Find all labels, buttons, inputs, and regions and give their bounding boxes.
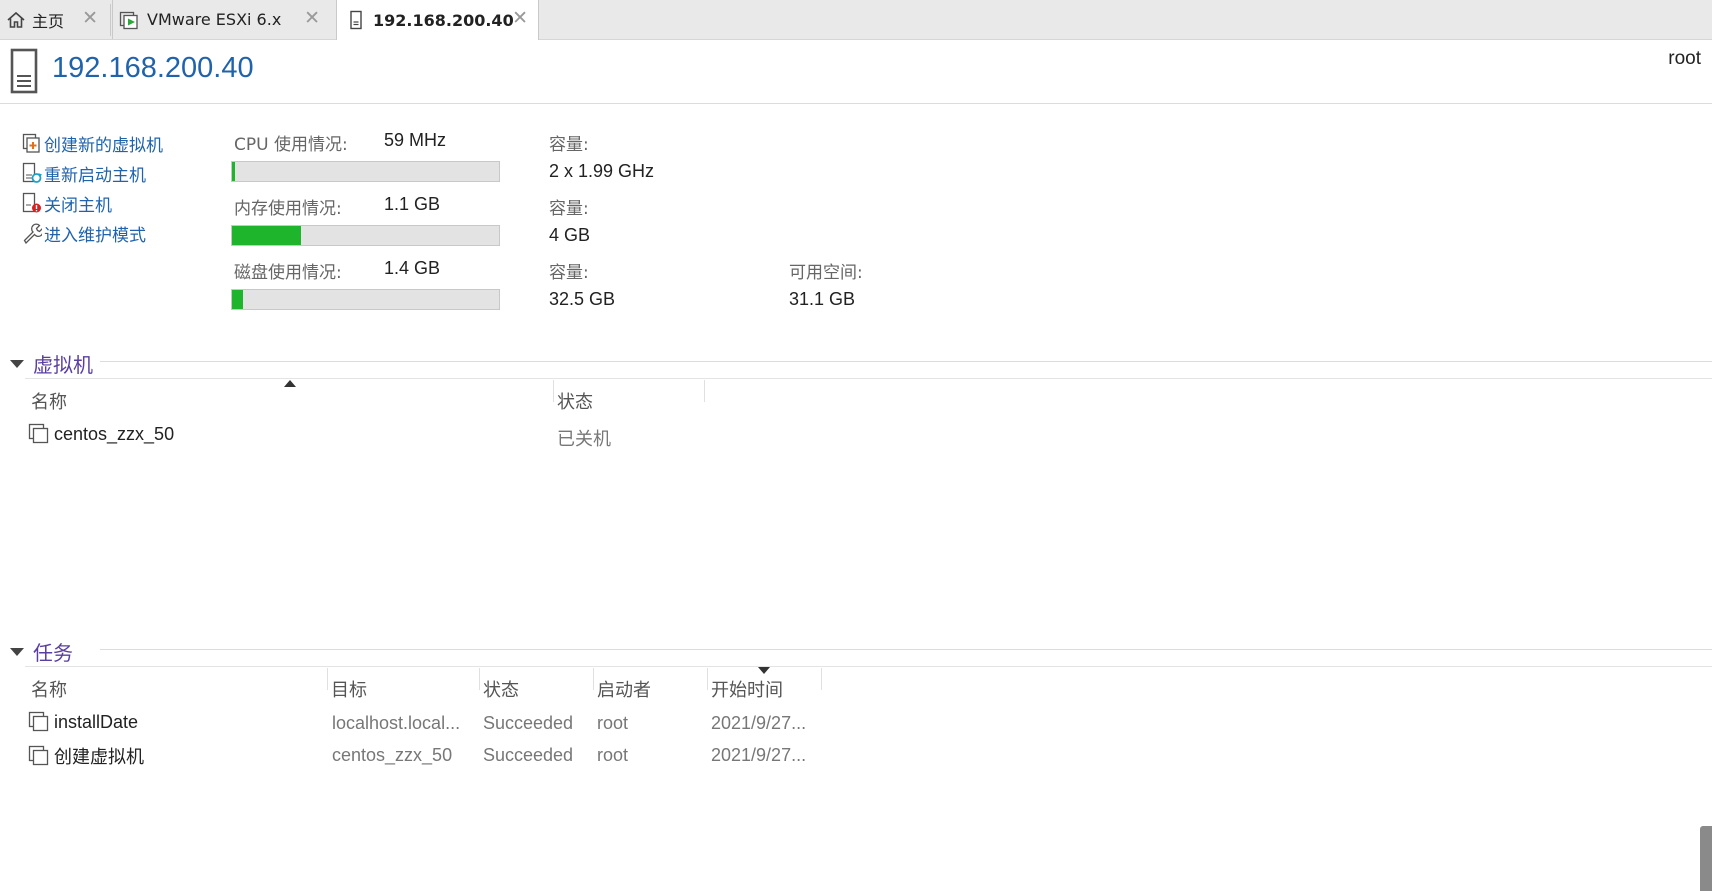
column-header-start-time[interactable]: 开始时间: [711, 676, 783, 702]
task-row-initiator: root: [597, 713, 629, 733]
cpu-usage-bar: [231, 161, 500, 182]
action-label: 重新启动主机: [44, 165, 146, 186]
action-label: 关闭主机: [44, 195, 112, 216]
disk-usage-bar: [231, 289, 500, 310]
column-divider[interactable]: [704, 380, 705, 402]
vm-row-status: 已关机: [557, 429, 611, 449]
cpu-usage-value: 59 MHz: [384, 130, 447, 150]
disk-free-label: 可用空间:: [789, 263, 863, 283]
scrollbar-thumb[interactable]: [1700, 826, 1712, 891]
task-row-start-time: 2021/9/27...: [711, 745, 807, 765]
task-row-name[interactable]: installDate: [28, 711, 138, 733]
task-icon: [28, 711, 50, 733]
vm-row-name[interactable]: centos_zzx_50: [28, 423, 174, 445]
host-header: 192.168.200.40 root: [0, 40, 1712, 104]
column-header-status[interactable]: 状态: [557, 388, 593, 414]
task-row-name[interactable]: 创建虚拟机: [28, 743, 144, 769]
grid-divider: [25, 666, 1712, 667]
task-name: installDate: [54, 711, 139, 732]
page-title: 192.168.200.40: [52, 52, 254, 84]
task-row-initiator: root: [597, 745, 629, 765]
server-icon: [9, 46, 41, 100]
disk-capacity-value: 32.5 GB: [549, 289, 616, 309]
tab-label: VMware ESXi 6.x: [147, 10, 282, 29]
disk-usage-value: 1.4 GB: [384, 258, 441, 278]
user-menu[interactable]: root: [1668, 48, 1701, 70]
close-icon[interactable]: ✕: [512, 8, 528, 28]
cpu-usage-label: CPU 使用情况:: [234, 135, 348, 155]
create-vm-action[interactable]: 创建新的虚拟机: [22, 130, 163, 156]
sort-asc-icon: [284, 380, 296, 387]
column-header-status[interactable]: 状态: [483, 676, 519, 702]
column-header-target[interactable]: 目标: [331, 676, 367, 702]
section-title: 任务: [33, 641, 73, 665]
tab-home[interactable]: 主页 ✕: [0, 0, 108, 39]
home-icon: [6, 10, 26, 30]
column-divider[interactable]: [327, 668, 328, 690]
close-icon[interactable]: ✕: [82, 8, 98, 28]
tab-divider: [110, 4, 111, 36]
tab-label: 主页: [32, 11, 65, 31]
memory-capacity-label: 容量:: [549, 199, 589, 219]
section-divider: [100, 649, 1712, 650]
task-name: 创建虚拟机: [54, 747, 144, 767]
column-divider[interactable]: [593, 668, 594, 690]
task-row-status: Succeeded: [483, 745, 574, 765]
vm-section-toggle[interactable]: 虚拟机: [10, 349, 93, 378]
vm-play-icon: [119, 10, 141, 30]
tab-vmware-esxi[interactable]: VMware ESXi 6.x ✕: [112, 0, 330, 39]
cpu-capacity-label: 容量:: [549, 135, 589, 155]
section-divider: [100, 361, 1712, 362]
collapse-caret-icon: [10, 647, 24, 656]
collapse-caret-icon: [10, 359, 24, 368]
task-row-status: Succeeded: [483, 713, 574, 733]
sort-desc-icon: [758, 667, 770, 674]
task-icon: [28, 745, 50, 767]
server-icon: [349, 10, 363, 30]
close-icon[interactable]: ✕: [304, 8, 320, 28]
cpu-capacity-value: 2 x 1.99 GHz: [549, 161, 655, 181]
vm-name: centos_zzx_50: [54, 423, 175, 444]
task-section-toggle[interactable]: 任务: [10, 637, 73, 666]
restart-host-icon: [22, 161, 44, 185]
action-label: 进入维护模式: [44, 225, 146, 246]
memory-usage-bar: [231, 225, 500, 246]
disk-usage-label: 磁盘使用情况:: [234, 263, 342, 283]
action-label: 创建新的虚拟机: [44, 135, 163, 156]
maintenance-mode-action[interactable]: 进入维护模式: [22, 220, 146, 246]
memory-usage-bar-fill: [232, 226, 302, 245]
task-row-target: centos_zzx_50: [332, 745, 453, 765]
memory-capacity-value: 4 GB: [549, 225, 591, 245]
column-header-name[interactable]: 名称: [31, 676, 67, 702]
column-divider[interactable]: [553, 380, 554, 402]
wrench-icon: [22, 221, 44, 245]
column-divider[interactable]: [707, 668, 708, 690]
tab-label: 192.168.200.40: [373, 10, 514, 30]
tab-bar: 主页 ✕ VMware ESXi 6.x ✕ 192.168.200.40 ✕: [0, 0, 1712, 40]
grid-divider: [25, 378, 1712, 379]
disk-free-value: 31.1 GB: [789, 289, 856, 309]
tab-host-192-168-200-40[interactable]: 192.168.200.40 ✕: [336, 0, 539, 40]
cpu-usage-bar-fill: [232, 162, 235, 181]
disk-usage-bar-fill: [232, 290, 243, 309]
shutdown-host-action[interactable]: 关闭主机: [22, 190, 112, 216]
memory-usage-label: 内存使用情况:: [234, 199, 342, 219]
memory-usage-value: 1.1 GB: [384, 194, 441, 214]
restart-host-action[interactable]: 重新启动主机: [22, 160, 146, 186]
task-row-start-time: 2021/9/27...: [711, 713, 807, 733]
disk-capacity-label: 容量:: [549, 263, 589, 283]
task-row-target: localhost.local...: [332, 713, 461, 733]
section-title: 虚拟机: [33, 353, 93, 377]
create-vm-icon: [22, 131, 44, 155]
column-header-initiator[interactable]: 启动者: [597, 676, 651, 702]
column-header-name[interactable]: 名称: [31, 388, 67, 414]
column-divider[interactable]: [821, 668, 822, 690]
vm-icon: [28, 423, 50, 445]
column-divider[interactable]: [479, 668, 480, 690]
shutdown-host-icon: [22, 191, 44, 215]
